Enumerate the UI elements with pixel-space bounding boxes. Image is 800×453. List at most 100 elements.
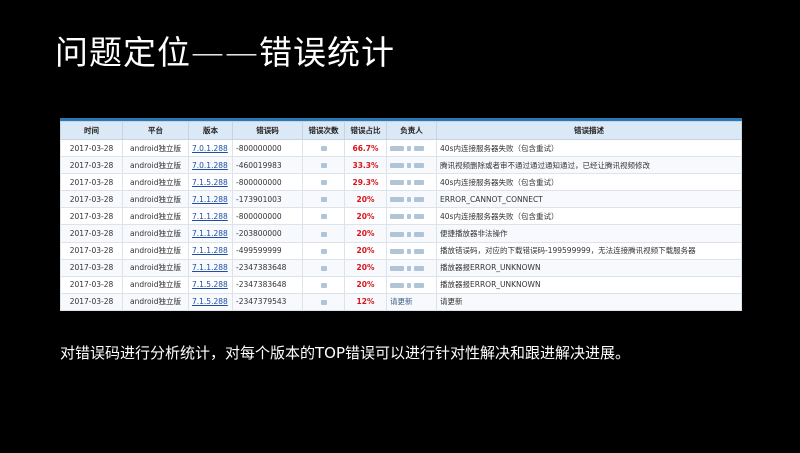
cell-error-code: -800000000 bbox=[232, 207, 303, 226]
cell-version[interactable]: 7.1.5.288 bbox=[188, 173, 233, 192]
cell-description: 40s内连接服务器失败（包含重试） bbox=[436, 138, 742, 158]
redacted-owner bbox=[414, 231, 424, 237]
cell-description: 请更新 bbox=[436, 292, 742, 311]
cell-platform: android独立版 bbox=[122, 138, 189, 158]
cell-date: 2017-03-28 bbox=[60, 173, 123, 192]
cell-date: 2017-03-28 bbox=[60, 224, 123, 243]
cell-error-ratio: 12% bbox=[344, 292, 387, 311]
table-row: 2017-03-28 android独立版 7.1.1.288 -203800000 2… bbox=[60, 224, 742, 243]
cell-error-count bbox=[302, 156, 345, 175]
cell-version[interactable]: 7.1.1.288 bbox=[188, 207, 233, 226]
redacted-count bbox=[320, 248, 327, 254]
cell-date: 2017-03-28 bbox=[60, 156, 123, 175]
redacted-owner bbox=[390, 146, 404, 152]
cell-owner bbox=[386, 138, 437, 158]
redacted-owner bbox=[390, 214, 404, 220]
cell-date: 2017-03-28 bbox=[60, 207, 123, 226]
cell-error-count bbox=[302, 224, 345, 243]
cell-version[interactable]: 7.1.1.288 bbox=[188, 241, 233, 260]
redacted-owner bbox=[390, 180, 404, 186]
redacted-owner bbox=[414, 282, 424, 288]
version-link[interactable]: 7.1.1.288 bbox=[192, 212, 228, 221]
redacted-owner bbox=[407, 146, 411, 152]
cell-error-ratio: 66.7% bbox=[344, 138, 387, 158]
redacted-owner bbox=[414, 197, 424, 203]
redacted-owner bbox=[414, 180, 424, 186]
version-link[interactable]: 7.1.5.288 bbox=[192, 280, 228, 289]
redacted-count bbox=[320, 180, 327, 186]
cell-owner bbox=[386, 156, 437, 175]
version-link[interactable]: 7.1.5.288 bbox=[192, 297, 228, 306]
cell-version[interactable]: 7.1.1.288 bbox=[188, 190, 233, 209]
cell-owner bbox=[386, 224, 437, 243]
redacted-count bbox=[320, 299, 327, 305]
redacted-owner bbox=[407, 282, 411, 288]
table-row: 2017-03-28 android独立版 7.1.5.288 -2347383648… bbox=[60, 275, 742, 294]
redacted-owner bbox=[414, 265, 424, 271]
redacted-count bbox=[320, 146, 327, 152]
redacted-owner bbox=[407, 265, 411, 271]
cell-error-code: -499599999 bbox=[232, 241, 303, 260]
cell-error-count bbox=[302, 190, 345, 209]
cell-platform: android独立版 bbox=[122, 173, 189, 192]
cell-platform: android独立版 bbox=[122, 275, 189, 294]
redacted-owner bbox=[390, 231, 404, 237]
cell-error-ratio: 29.3% bbox=[344, 173, 387, 192]
redacted-owner bbox=[390, 248, 404, 254]
cell-platform: android独立版 bbox=[122, 224, 189, 243]
cell-error-ratio: 20% bbox=[344, 190, 387, 209]
cell-error-count bbox=[302, 173, 345, 192]
cell-error-count bbox=[302, 207, 345, 226]
table-row: 2017-03-28 android独立版 7.1.5.288 -2347379543… bbox=[60, 292, 742, 311]
version-link[interactable]: 7.0.1.288 bbox=[192, 161, 228, 170]
version-link[interactable]: 7.0.1.288 bbox=[192, 144, 228, 153]
table-row: 2017-03-28 android独立版 7.1.1.288 -499599999 2… bbox=[60, 241, 742, 260]
header-error-ratio: 错误占比 bbox=[344, 121, 387, 140]
cell-version[interactable]: 7.1.1.288 bbox=[188, 258, 233, 277]
table-row: 2017-03-28 android独立版 7.1.1.288 -173901003 2… bbox=[60, 190, 742, 209]
version-link[interactable]: 7.1.5.288 bbox=[192, 178, 228, 187]
version-link[interactable]: 7.1.1.288 bbox=[192, 195, 228, 204]
cell-error-ratio: 33.3% bbox=[344, 156, 387, 175]
version-link[interactable]: 7.1.1.288 bbox=[192, 229, 228, 238]
redacted-owner bbox=[390, 163, 404, 169]
cell-description: 播放错误码，对应的下载错误码-199599999，无法连接腾讯视频下载服务器 bbox=[436, 241, 742, 260]
cell-version[interactable]: 7.1.5.288 bbox=[188, 292, 233, 311]
redacted-count bbox=[320, 197, 327, 203]
table-header-row: 时间 平台 版本 错误码 错误次数 错误占比 负责人 错误描述 bbox=[60, 121, 742, 140]
cell-owner bbox=[386, 275, 437, 294]
redacted-owner bbox=[407, 163, 411, 169]
redacted-owner bbox=[390, 265, 404, 271]
redacted-count bbox=[320, 282, 327, 288]
slide-title: 问题定位——错误统计 bbox=[55, 33, 395, 72]
version-link[interactable]: 7.1.1.288 bbox=[192, 246, 228, 255]
header-error-count: 错误次数 bbox=[302, 121, 345, 140]
header-time: 时间 bbox=[60, 121, 123, 140]
cell-description: ERROR_CANNOT_CONNECT bbox=[436, 190, 742, 209]
cell-platform: android独立版 bbox=[122, 292, 189, 311]
redacted-owner bbox=[414, 146, 424, 152]
cell-owner bbox=[386, 207, 437, 226]
cell-error-ratio: 20% bbox=[344, 258, 387, 277]
redacted-owner bbox=[390, 197, 404, 203]
owner-label: 请更新 bbox=[390, 297, 413, 307]
table-row: 2017-03-28 android独立版 7.0.1.288 -460019983 3… bbox=[60, 156, 742, 175]
table-row: 2017-03-28 android独立版 7.0.1.288 -800000000 6… bbox=[60, 138, 742, 158]
cell-error-code: -2347383648 bbox=[232, 258, 303, 277]
cell-owner bbox=[386, 258, 437, 277]
redacted-owner bbox=[407, 248, 411, 254]
cell-version[interactable]: 7.0.1.288 bbox=[188, 156, 233, 175]
cell-version[interactable]: 7.0.1.288 bbox=[188, 138, 233, 158]
cell-version[interactable]: 7.1.1.288 bbox=[188, 224, 233, 243]
cell-error-count bbox=[302, 292, 345, 311]
cell-error-code: -800000000 bbox=[232, 173, 303, 192]
error-stats-table: 时间 平台 版本 错误码 错误次数 错误占比 负责人 错误描述 2017-03-… bbox=[60, 118, 742, 311]
header-platform: 平台 bbox=[122, 121, 189, 140]
cell-version[interactable]: 7.1.5.288 bbox=[188, 275, 233, 294]
redacted-count bbox=[320, 231, 327, 237]
version-link[interactable]: 7.1.1.288 bbox=[192, 263, 228, 272]
cell-description: 便捷播放器非法操作 bbox=[436, 224, 742, 243]
redacted-owner bbox=[407, 180, 411, 186]
cell-description: 40s内连接服务器失败（包含重试） bbox=[436, 207, 742, 226]
cell-date: 2017-03-28 bbox=[60, 275, 123, 294]
